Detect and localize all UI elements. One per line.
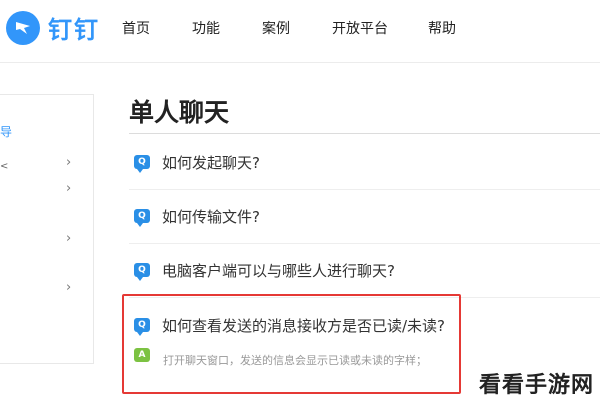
question-badge-icon: Q (134, 209, 150, 227)
watermark: 看看手游网 (478, 373, 594, 398)
faq-item[interactable]: Q 如何传输文件? (129, 189, 600, 244)
nav-item-open-platform[interactable]: 开放平台 (332, 18, 388, 38)
faq-item[interactable]: Q 电脑客户端可以与哪些人进行聊天? (129, 243, 600, 298)
sidebar-partial-label[interactable]: 导 (0, 123, 12, 140)
dingtalk-logo-icon (6, 10, 40, 45)
nav-item-home[interactable]: 首页 (122, 18, 152, 38)
chevron-right-icon[interactable]: › (66, 181, 71, 196)
nav-item-features[interactable]: 功能 (192, 18, 222, 38)
page-title: 单人聊天 (129, 98, 230, 127)
faq-question-text[interactable]: 电脑客户端可以与哪些人进行聊天? (162, 260, 395, 281)
question-badge-icon: Q (134, 263, 150, 281)
dingtalk-logo[interactable]: 钉钉 (6, 10, 100, 45)
highlight-annotation-box (122, 294, 461, 394)
chevron-right-icon[interactable]: › (66, 155, 71, 170)
help-sidebar: 导 < › › › › (0, 94, 94, 364)
sidebar-partial-mark: < (0, 161, 9, 172)
logo-text: 钉钉 (48, 16, 100, 44)
nav-item-cases[interactable]: 案例 (262, 18, 292, 38)
faq-item[interactable]: Q 如何发起聊天? (129, 135, 600, 190)
main-nav: 首页 功能 案例 开放平台 帮助 (122, 18, 496, 38)
title-divider (129, 133, 600, 134)
question-badge-icon: Q (134, 155, 150, 173)
chevron-right-icon[interactable]: › (66, 231, 71, 246)
faq-question-text[interactable]: 如何发起聊天? (162, 152, 260, 173)
top-navigation-bar: 钉钉 首页 功能 案例 开放平台 帮助 (0, 0, 600, 63)
chevron-right-icon[interactable]: › (66, 280, 71, 295)
nav-item-help[interactable]: 帮助 (428, 18, 456, 38)
faq-question-text[interactable]: 如何传输文件? (162, 206, 260, 227)
